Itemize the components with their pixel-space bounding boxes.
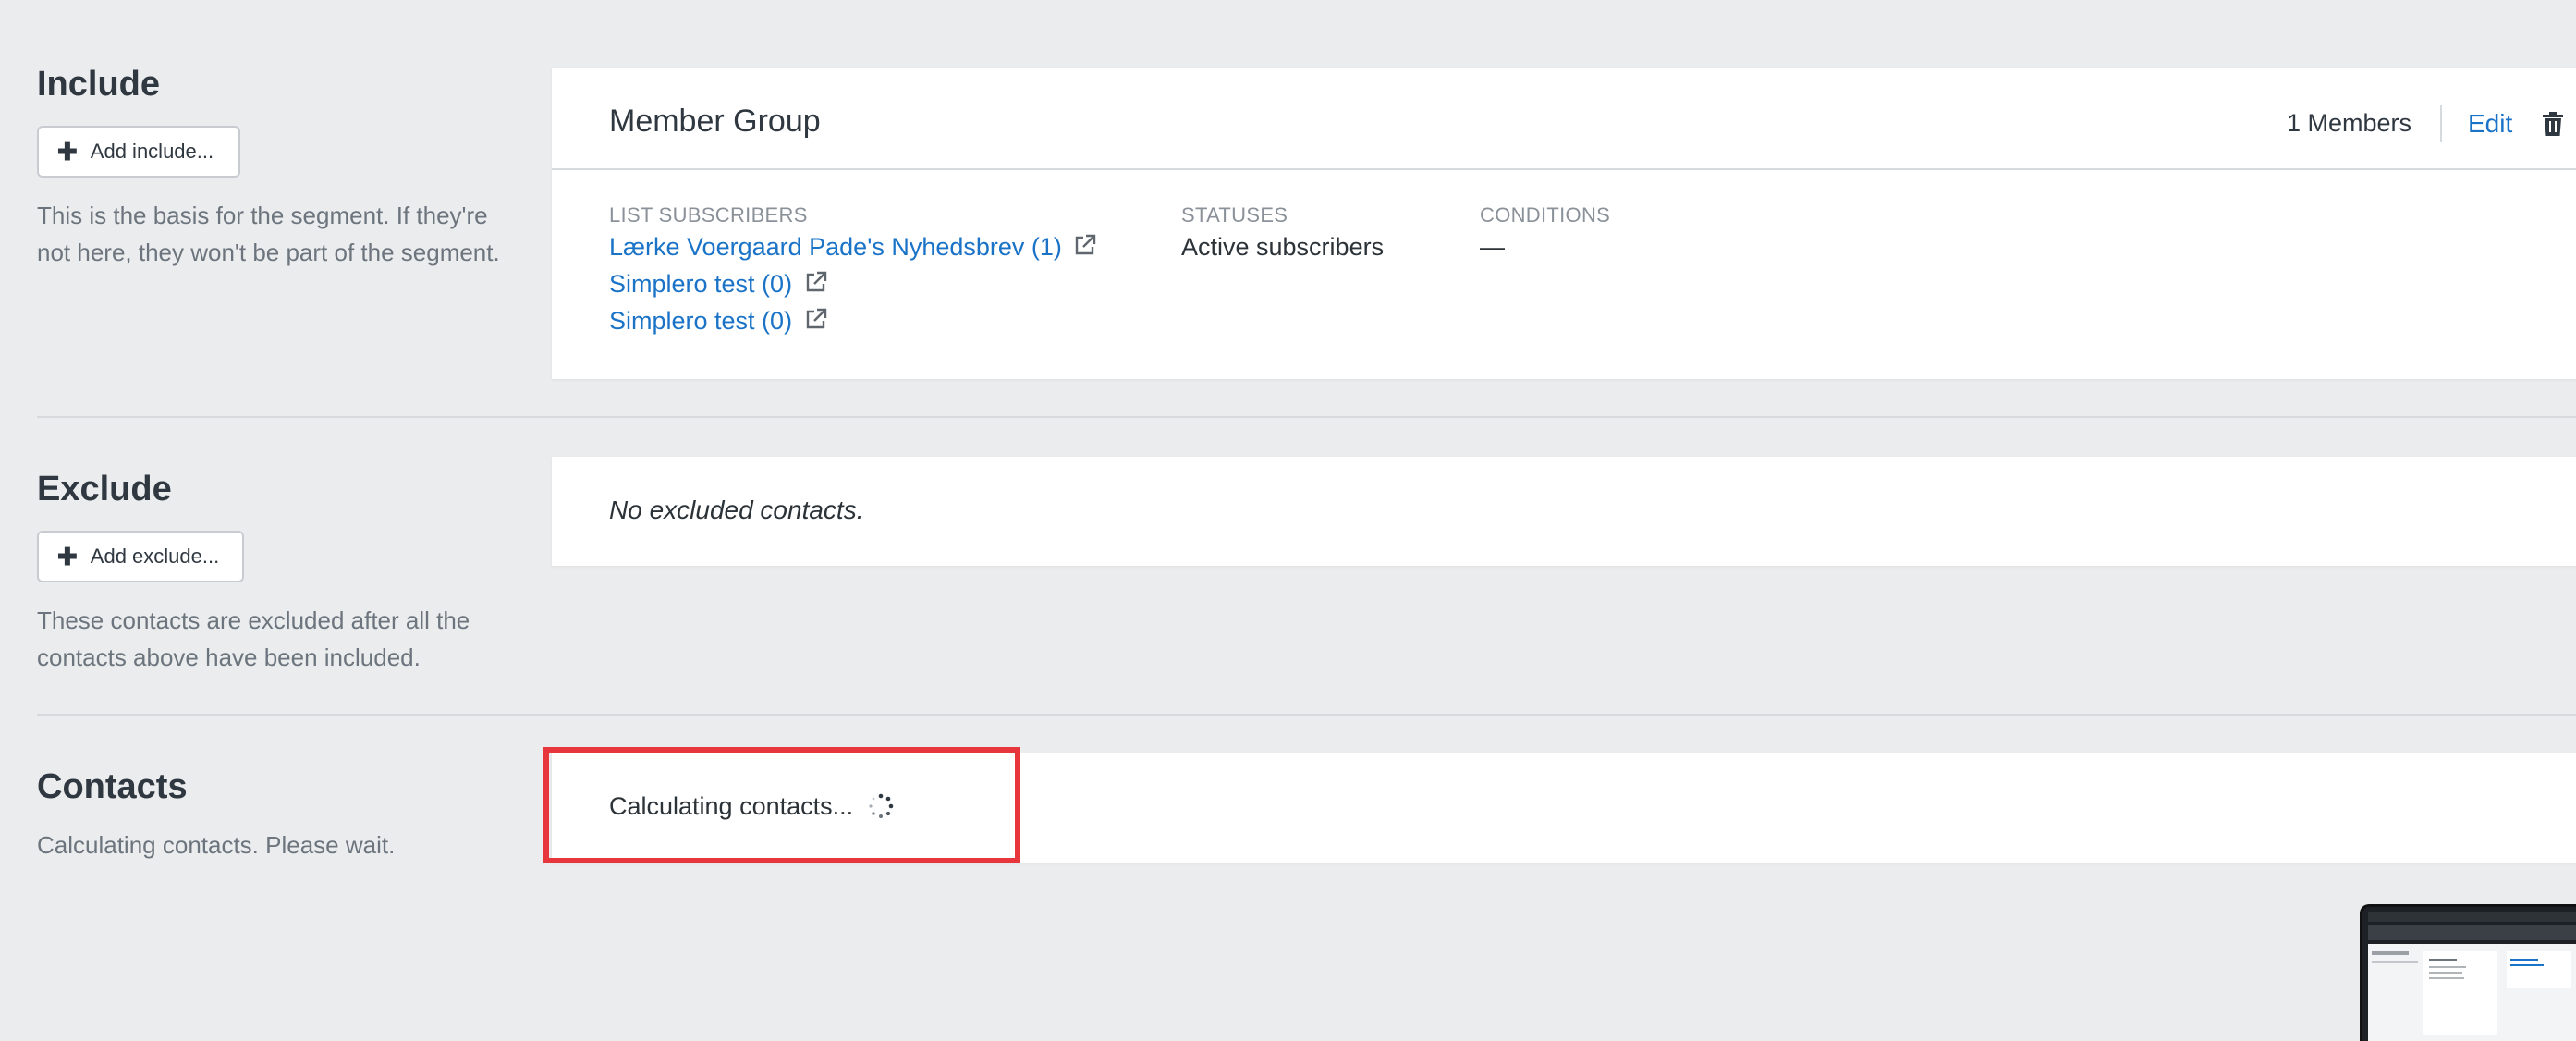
plus-icon: ✚: [57, 138, 78, 165]
statuses-label: STATUSES: [1181, 203, 1288, 227]
section-divider: [37, 714, 2576, 716]
highlight-box: [543, 747, 1020, 863]
exclude-title: Exclude: [37, 470, 172, 508]
statuses-value: Active subscribers: [1181, 233, 1385, 261]
add-exclude-label: Add exclude...: [90, 545, 220, 568]
list-link[interactable]: Lærke Voergaard Pade's Nyhedsbrev (1): [609, 233, 1062, 261]
no-excluded-text: No excluded contacts.: [609, 496, 864, 524]
section-divider: [37, 416, 2576, 418]
member-group-card: Member Group 1 Members Edit LIST SUBSCRI…: [552, 68, 2576, 379]
card-header-divider: [552, 168, 2576, 170]
add-include-label: Add include...: [90, 140, 214, 163]
list-subscriber-item[interactable]: Simplero test (0): [609, 307, 828, 336]
contacts-title: Contacts: [37, 767, 188, 806]
list-subscriber-item[interactable]: Lærke Voergaard Pade's Nyhedsbrev (1): [609, 233, 1097, 262]
conditions-value: —: [1480, 233, 1505, 261]
list-link[interactable]: Simplero test (0): [609, 270, 792, 298]
edit-link[interactable]: Edit: [2468, 109, 2512, 139]
include-description: This is the basis for the segment. If th…: [37, 202, 500, 266]
exclude-description: These contacts are excluded after all th…: [37, 606, 470, 671]
thumbnail-menubar: [2368, 912, 2576, 922]
member-group-title: Member Group: [609, 104, 821, 139]
header-separator: [2440, 105, 2442, 142]
trash-icon[interactable]: [2541, 111, 2565, 141]
external-link-icon: [806, 271, 826, 292]
members-count: 1 Members: [2287, 109, 2412, 137]
include-title: Include: [37, 65, 161, 104]
add-include-button[interactable]: ✚ Add include...: [37, 126, 240, 178]
conditions-label: CONDITIONS: [1480, 203, 1611, 227]
list-subscriber-item[interactable]: Simplero test (0): [609, 270, 828, 299]
contacts-description: Calculating contacts. Please wait.: [37, 831, 396, 859]
plus-icon: ✚: [57, 543, 78, 570]
screenshot-thumbnail[interactable]: [2360, 904, 2576, 1041]
exclude-card: No excluded contacts.: [552, 457, 2576, 566]
thumbnail-toolbar: [2368, 925, 2576, 940]
thumbnail-content: [2368, 944, 2576, 1041]
list-link[interactable]: Simplero test (0): [609, 307, 792, 335]
external-link-icon: [806, 308, 826, 329]
add-exclude-button[interactable]: ✚ Add exclude...: [37, 531, 244, 582]
list-subscribers-label: LIST SUBSCRIBERS: [609, 203, 808, 227]
external-link-icon: [1076, 234, 1096, 255]
